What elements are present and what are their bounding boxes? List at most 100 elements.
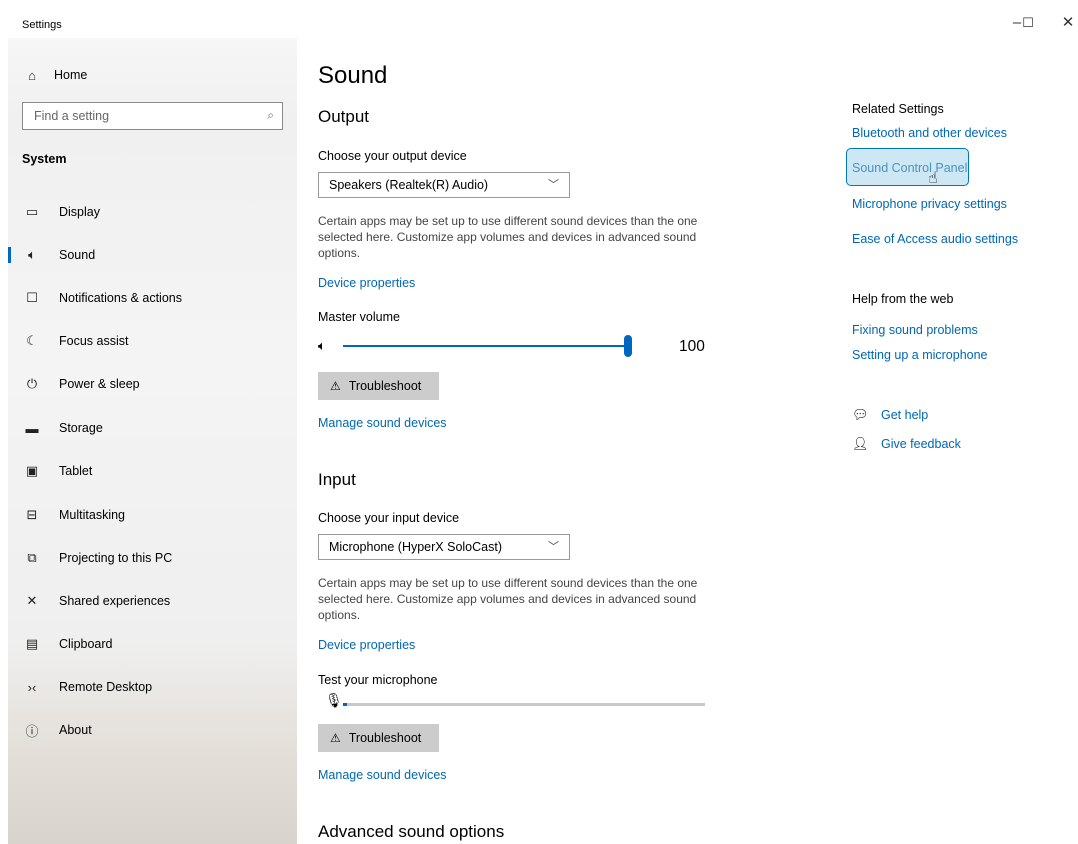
home-icon: ⌂ — [28, 67, 36, 83]
sidebar-item-storage[interactable]: ▬ Storage — [8, 413, 297, 443]
output-device-dropdown[interactable]: Speakers (Realtek(R) Audio) ﹀ — [318, 172, 570, 198]
warning-icon: ⚠ — [330, 731, 341, 745]
volume-slider-thumb[interactable] — [624, 335, 632, 357]
remote-desktop-icon: ›‹ — [27, 679, 37, 695]
troubleshoot-label: Troubleshoot — [348, 379, 422, 393]
sidebar-item-label: Multitasking — [59, 508, 125, 522]
input-description: Certain apps may be set up to use differ… — [318, 576, 698, 622]
power-icon: ⏻ — [26, 376, 38, 391]
sidebar-item-label: Notifications & actions — [59, 291, 182, 305]
related-settings-title: Related Settings — [852, 102, 944, 116]
sidebar-item-label: Shared experiences — [59, 594, 171, 608]
chevron-down-icon: ﹀ — [548, 541, 559, 553]
multitasking-icon: ⊟ — [26, 507, 38, 522]
master-volume-label: Master volume — [318, 310, 400, 324]
sidebar-item-power-sleep[interactable]: ⏻ Power & sleep — [8, 369, 297, 399]
window-title: Settings — [22, 19, 62, 31]
sidebar-item-notifications[interactable]: ☐ Notifications & actions — [8, 283, 297, 313]
sidebar-item-label: Tablet — [59, 464, 93, 478]
search-box[interactable]: ⌕ — [22, 102, 283, 130]
input-device-dropdown[interactable]: Microphone (HyperX SoloCast) ﹀ — [318, 534, 570, 560]
projector-icon: ⧉ — [27, 550, 37, 565]
microphone-level-fill — [343, 703, 347, 706]
fixing-sound-link[interactable]: Fixing sound problems — [852, 323, 978, 337]
sidebar: ⌂ Home ⌕ System ▭ Display 🔈︎ Sound ☐ Not… — [8, 38, 297, 844]
info-icon: ⓘ — [25, 723, 39, 739]
sidebar-item-remote-desktop[interactable]: ›‹ Remote Desktop — [8, 672, 297, 702]
sidebar-item-shared-experiences[interactable]: ✕ Shared experiences — [8, 586, 297, 616]
sidebar-item-label: Remote Desktop — [59, 680, 153, 694]
give-feedback-link[interactable]: Give feedback — [881, 437, 961, 451]
feedback-icon: 👤︎ — [852, 436, 869, 451]
volume-slider-track[interactable] — [343, 345, 627, 347]
clipboard-icon: ▤ — [25, 636, 39, 651]
speaker-icon: 🔈︎ — [28, 247, 36, 262]
get-help-row[interactable]: 💬︎ Get help — [852, 407, 928, 423]
sidebar-item-label: Power & sleep — [59, 377, 140, 391]
nav-home-label: Home — [54, 68, 88, 82]
warning-icon: ⚠ — [330, 379, 341, 393]
output-heading: Output — [318, 107, 370, 126]
microphone-privacy-link[interactable]: Microphone privacy settings — [852, 197, 1007, 211]
shared-icon: ✕ — [26, 593, 38, 608]
setting-up-mic-link[interactable]: Setting up a microphone — [852, 348, 988, 362]
microphone-icon: 🎙︎ — [325, 692, 343, 708]
section-label: System — [22, 152, 67, 166]
sidebar-item-label: Focus assist — [59, 334, 129, 348]
input-manage-devices-link[interactable]: Manage sound devices — [318, 768, 447, 782]
speaker-icon[interactable]: 🔈︎ — [318, 338, 326, 354]
sidebar-item-about[interactable]: ⓘ About — [8, 715, 297, 745]
sidebar-item-multitasking[interactable]: ⊟ Multitasking — [8, 500, 297, 530]
sidebar-item-focus-assist[interactable]: ☾ Focus assist — [8, 326, 297, 356]
give-feedback-row[interactable]: 👤︎ Give feedback — [852, 436, 961, 452]
output-device-label: Choose your output device — [318, 149, 467, 163]
sidebar-item-label: Display — [59, 205, 100, 219]
bluetooth-devices-link[interactable]: Bluetooth and other devices — [852, 126, 1007, 140]
sidebar-item-display[interactable]: ▭ Display — [8, 197, 297, 227]
sidebar-item-sound[interactable]: 🔈︎ Sound — [8, 240, 297, 270]
input-troubleshoot-button[interactable]: ⚠ Troubleshoot — [318, 724, 439, 752]
hand-cursor-icon: ☝ — [928, 170, 938, 187]
search-input[interactable] — [23, 103, 243, 129]
sidebar-item-tablet[interactable]: ▣ Tablet — [8, 456, 297, 486]
output-manage-devices-link[interactable]: Manage sound devices — [318, 416, 447, 430]
output-device-value: Speakers (Realtek(R) Audio) — [329, 178, 489, 192]
close-button[interactable]: ✕ — [1058, 12, 1078, 34]
maximize-button[interactable]: ☐ — [1018, 12, 1038, 34]
sidebar-item-projecting[interactable]: ⧉ Projecting to this PC — [8, 543, 297, 573]
tablet-icon: ▣ — [25, 463, 39, 478]
ease-of-access-audio-link[interactable]: Ease of Access audio settings — [852, 232, 1018, 246]
chevron-down-icon: ﹀ — [548, 179, 559, 191]
moon-icon: ☾ — [26, 333, 38, 348]
title-bar: Settings – ☐ ✕ — [0, 0, 1078, 38]
search-icon[interactable]: ⌕ — [267, 108, 274, 123]
sidebar-item-label: Projecting to this PC — [59, 551, 173, 565]
notification-icon: ☐ — [26, 290, 38, 305]
input-heading: Input — [318, 470, 356, 489]
sidebar-item-label: Storage — [59, 421, 103, 435]
output-troubleshoot-button[interactable]: ⚠ Troubleshoot — [318, 372, 439, 400]
input-device-label: Choose your input device — [318, 511, 460, 525]
input-device-value: Microphone (HyperX SoloCast) — [329, 540, 502, 554]
troubleshoot-label: Troubleshoot — [348, 731, 422, 745]
chat-help-icon: 💬︎ — [852, 407, 869, 422]
volume-value: 100 — [679, 338, 705, 355]
sound-control-panel-label: Sound Control Panel — [852, 161, 968, 175]
sidebar-item-label: About — [59, 723, 92, 737]
advanced-heading: Advanced sound options — [318, 822, 505, 841]
sound-control-panel-link[interactable]: Sound Control Panel — [846, 148, 969, 186]
sidebar-item-label: Clipboard — [59, 637, 113, 651]
help-from-web-title: Help from the web — [852, 292, 954, 306]
input-device-properties-link[interactable]: Device properties — [318, 638, 415, 652]
page-title: Sound — [318, 62, 388, 89]
nav-home[interactable]: ⌂ Home — [8, 62, 87, 88]
monitor-icon: ▭ — [25, 204, 39, 219]
get-help-link[interactable]: Get help — [881, 408, 928, 422]
storage-icon: ▬ — [25, 420, 39, 436]
output-device-properties-link[interactable]: Device properties — [318, 276, 415, 290]
microphone-level-track — [343, 703, 705, 706]
output-description: Certain apps may be set up to use differ… — [318, 214, 698, 260]
test-microphone-label: Test your microphone — [318, 673, 438, 687]
sidebar-item-label: Sound — [59, 248, 96, 262]
sidebar-item-clipboard[interactable]: ▤ Clipboard — [8, 629, 297, 659]
